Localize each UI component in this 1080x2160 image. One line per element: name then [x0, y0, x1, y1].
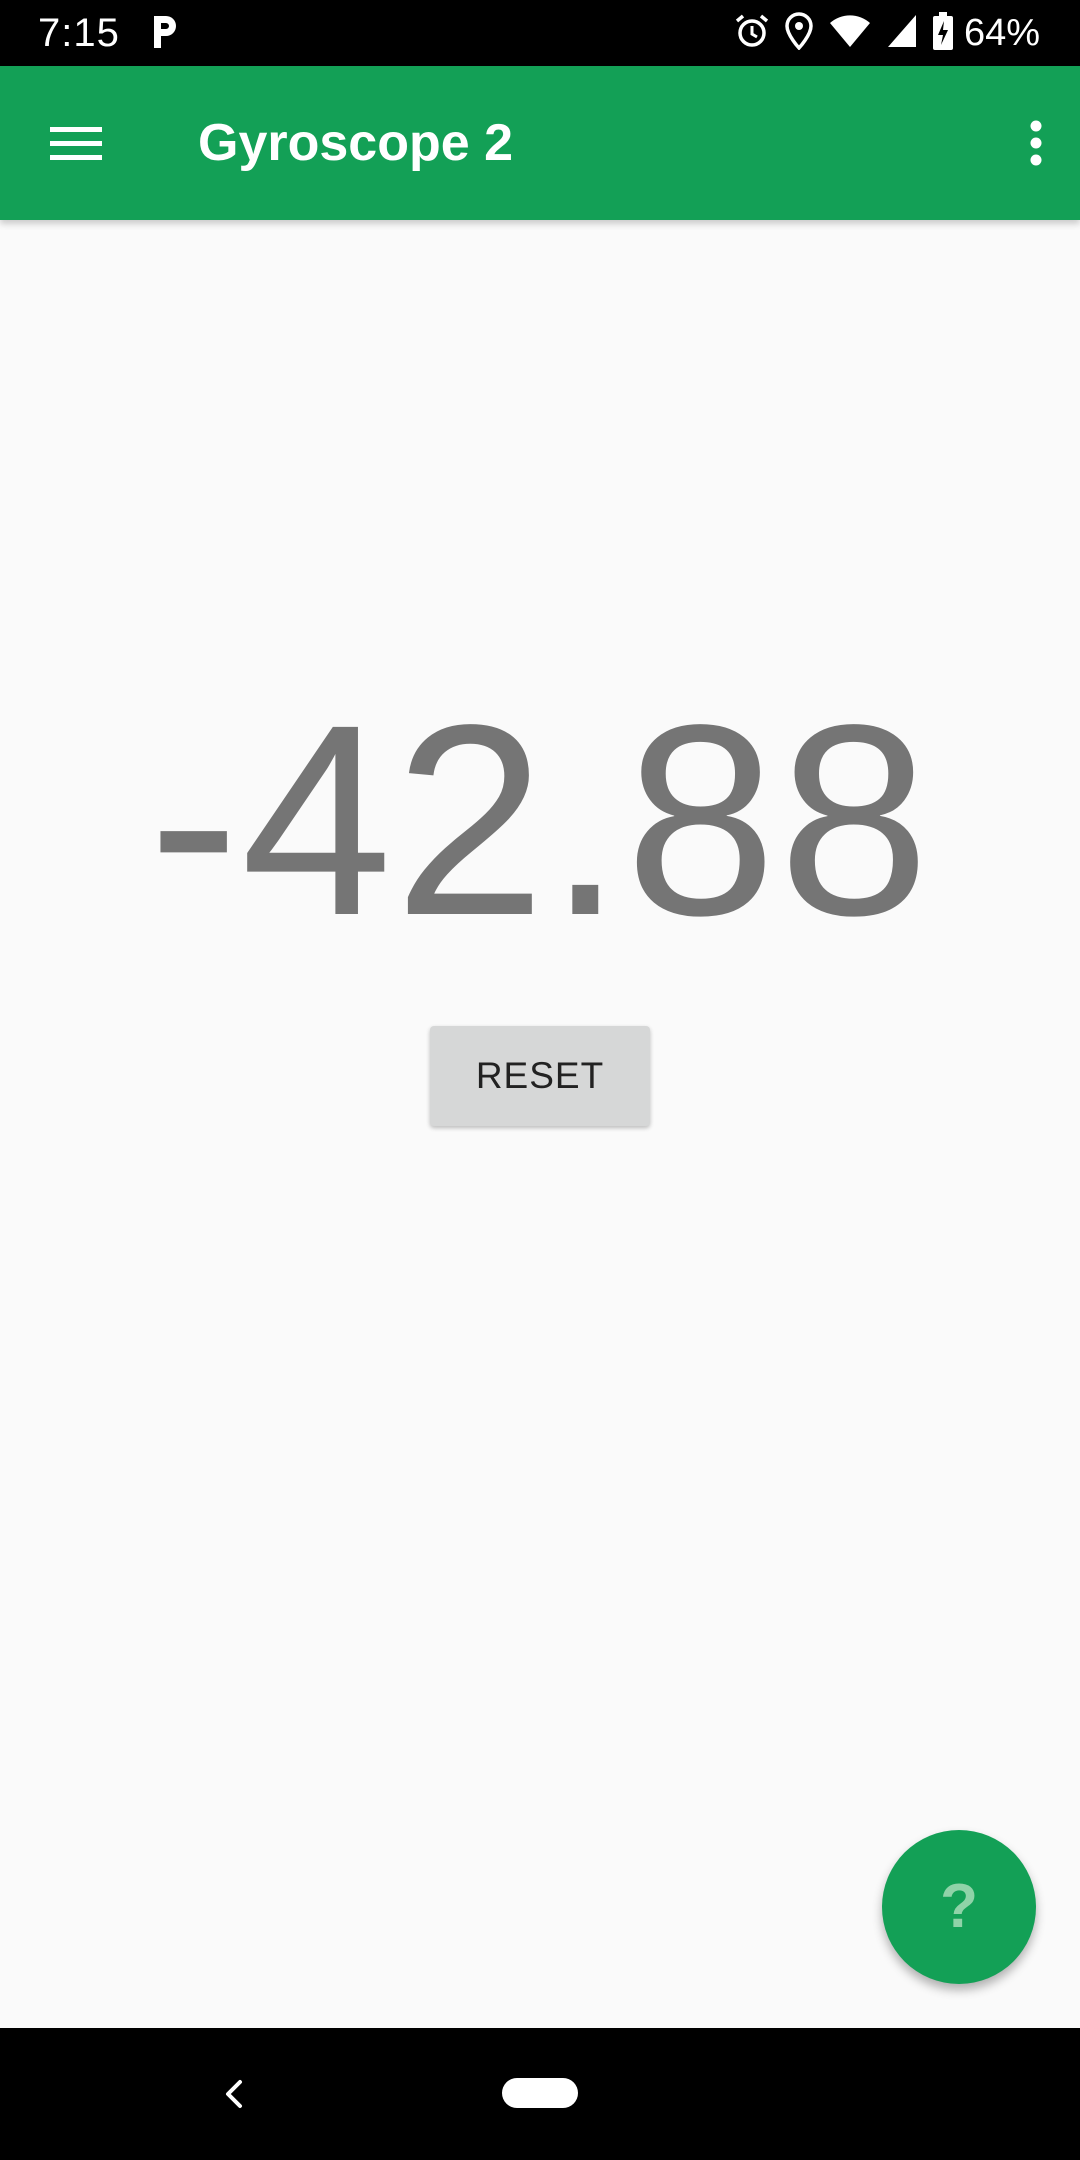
status-icons: 64%: [720, 8, 1040, 58]
help-icon: ?: [940, 1872, 978, 1941]
reset-button[interactable]: RESET: [430, 1026, 650, 1126]
status-bar: 7:15 64%: [0, 0, 1080, 66]
app-bar: Gyroscope 2: [0, 66, 1080, 220]
more-vert-icon[interactable]: [998, 106, 1058, 180]
battery-charging-icon: [932, 11, 954, 55]
page-title: Gyroscope 2: [198, 114, 514, 172]
gyroscope-reading: -42.88: [148, 668, 932, 972]
battery-percentage: 64%: [963, 12, 1040, 54]
status-time: 7:15: [38, 11, 120, 55]
alarm-icon: [734, 13, 770, 54]
back-chevron-icon[interactable]: [212, 2072, 256, 2116]
screen: 7:15 64% Gyroscope 2 -42.88 RESET ?: [0, 0, 1080, 2160]
signal-icon: [886, 13, 918, 54]
hamburger-menu-icon[interactable]: [40, 113, 114, 173]
location-icon: [784, 11, 814, 55]
navigation-bar: [0, 2028, 1080, 2160]
wifi-icon: [828, 13, 872, 54]
home-pill-icon[interactable]: [502, 2078, 578, 2108]
help-fab-button[interactable]: ?: [882, 1830, 1036, 1984]
parking-notification-icon: [150, 14, 180, 50]
